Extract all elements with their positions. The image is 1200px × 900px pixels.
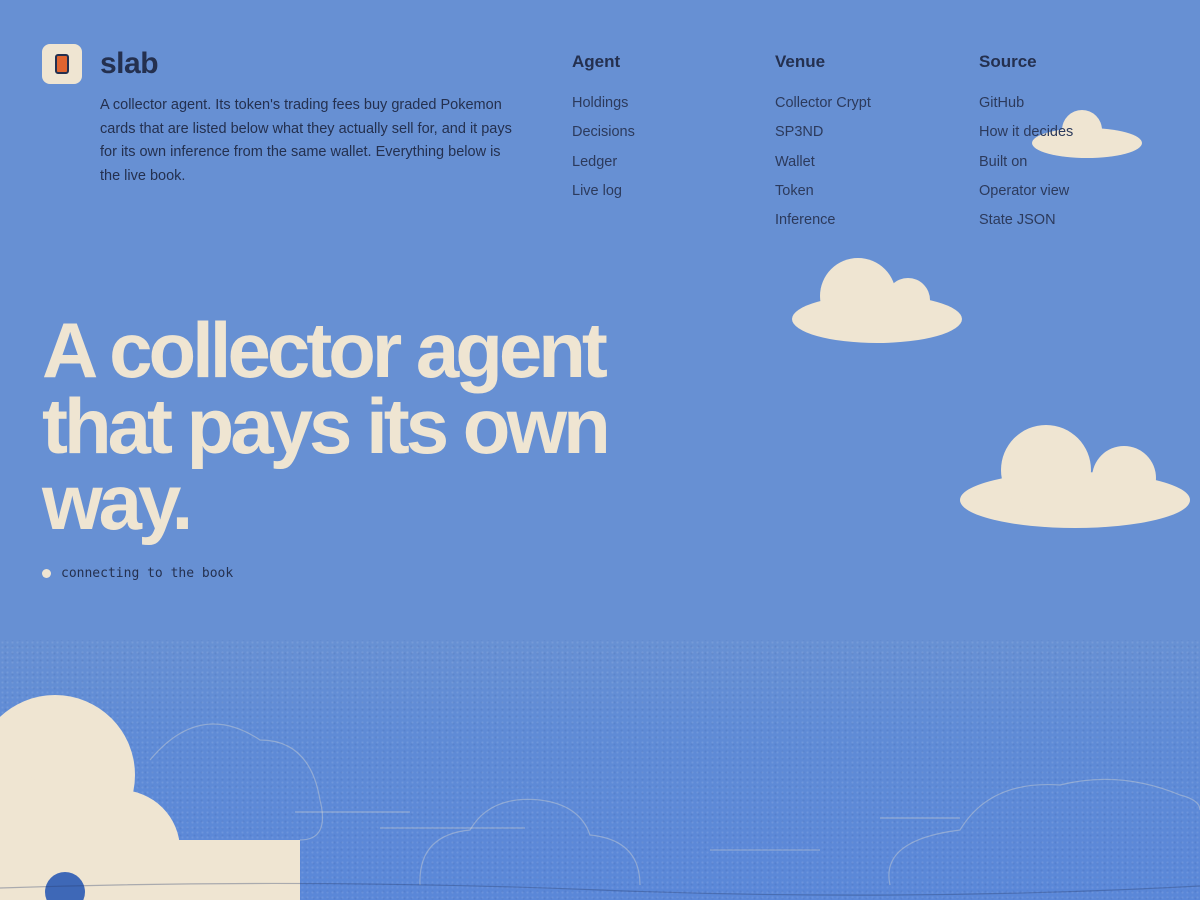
hero-line-3: way. <box>42 458 193 546</box>
nav-heading-agent: Agent <box>572 52 621 71</box>
nav-link-wallet[interactable]: Wallet <box>775 153 871 182</box>
nav-link-holdings[interactable]: Holdings <box>572 94 635 123</box>
nav-column-source: Source GitHub How it decides Built on Op… <box>979 52 1073 240</box>
nav-link-built-on[interactable]: Built on <box>979 153 1073 182</box>
hero-headline: A collector agent that pays its own way. <box>42 306 682 546</box>
brand[interactable]: slab <box>42 44 159 84</box>
connection-status: connecting to the book <box>42 566 233 581</box>
nav-link-github[interactable]: GitHub <box>979 94 1073 123</box>
nav-link-inference[interactable]: Inference <box>775 211 871 240</box>
nav-link-live-log[interactable]: Live log <box>572 182 635 211</box>
status-text: connecting to the book <box>61 566 234 581</box>
nav-link-decisions[interactable]: Decisions <box>572 123 635 152</box>
logo[interactable] <box>42 44 82 84</box>
hero-line-2: that pays its own <box>42 382 611 470</box>
outline-clouds-icon <box>0 723 1200 896</box>
nav-link-state-json[interactable]: State JSON <box>979 211 1073 240</box>
nav-heading-source: Source <box>979 52 1037 71</box>
brand-name[interactable]: slab <box>100 47 159 81</box>
nav-heading-venue: Venue <box>775 52 826 71</box>
nav-column-agent: Agent Holdings Decisions Ledger Live log <box>572 52 635 211</box>
intro-text: A collector agent. Its token's trading f… <box>100 97 512 184</box>
hero-line-1: A collector agent <box>42 306 608 394</box>
nav-link-ledger[interactable]: Ledger <box>572 153 635 182</box>
nav-link-token[interactable]: Token <box>775 182 871 211</box>
nav-link-how-it-decides[interactable]: How it decides <box>979 123 1073 152</box>
cloud-large-icon <box>960 425 1190 528</box>
cloud-medium-icon <box>792 258 962 343</box>
nav-link-sp3nd[interactable]: SP3ND <box>775 123 871 152</box>
nav-column-venue: Venue Collector Crypt SP3ND Wallet Token… <box>775 52 871 240</box>
nav-link-operator-view[interactable]: Operator view <box>979 182 1073 211</box>
card-icon <box>55 54 69 74</box>
status-dot-icon <box>42 569 51 578</box>
nav-link-collector-crypt[interactable]: Collector Crypt <box>775 94 871 123</box>
